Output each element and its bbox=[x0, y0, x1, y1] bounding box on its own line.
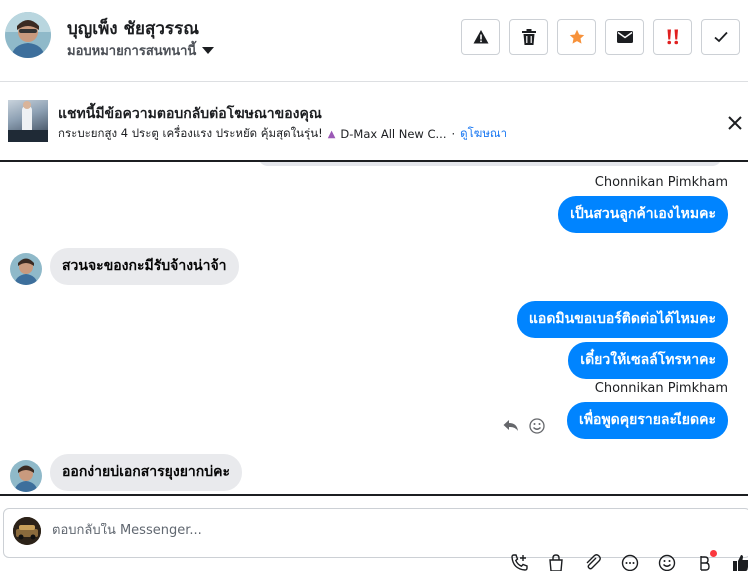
ad-name: D-Max All New C... bbox=[340, 127, 447, 141]
contact-name[interactable]: บุญเพ็ง ชัยสุวรรณ bbox=[67, 15, 199, 42]
outgoing-message[interactable]: เพื่อพูดคุยรายละเียดคะ bbox=[567, 402, 728, 439]
message-thread[interactable]: Chonnikan Pimkham เป็นสวนลูกค้าเองไหมคะ … bbox=[0, 162, 748, 494]
react-smiley-icon[interactable] bbox=[529, 418, 545, 439]
double-exclamation-icon bbox=[666, 29, 678, 45]
message-actions bbox=[503, 418, 545, 439]
separator: · bbox=[451, 127, 456, 141]
outgoing-message[interactable]: เดี๋ยวให้เซลล์โทรหาคะ bbox=[568, 342, 728, 379]
assign-label: มอบหมายการสนทนานี้ bbox=[67, 44, 197, 59]
like-icon[interactable] bbox=[732, 554, 748, 571]
warning-icon bbox=[473, 30, 488, 44]
contact-avatar[interactable] bbox=[5, 12, 51, 58]
incoming-message[interactable]: ออกง่ายบ่เอกสารยุงยากบ่คะ bbox=[50, 454, 243, 491]
outgoing-message[interactable]: เป็นสวนลูกค้าเองไหมคะ bbox=[558, 196, 728, 233]
saved-replies-icon[interactable] bbox=[621, 554, 639, 571]
close-icon bbox=[728, 116, 742, 130]
contact-avatar-small bbox=[10, 460, 42, 492]
caret-down-icon bbox=[202, 47, 215, 54]
mark-important-button[interactable] bbox=[653, 19, 692, 55]
sender-name: Chonnikan Pimkham bbox=[594, 175, 728, 190]
outgoing-message[interactable]: แอดมินขอเบอร์ติดต่อได้ไหมคะ bbox=[516, 301, 728, 338]
check-icon bbox=[713, 31, 728, 43]
call-add-icon[interactable] bbox=[510, 554, 528, 571]
delete-button[interactable] bbox=[509, 19, 548, 55]
reply-input[interactable] bbox=[52, 523, 452, 538]
star-button[interactable] bbox=[557, 19, 596, 55]
ad-reply-banner: แชทนี้มีข้อความตอบกลับต่อโฆษณาของคุณ กระ… bbox=[0, 82, 748, 162]
ad-thumbnail[interactable] bbox=[8, 100, 48, 142]
message-composer bbox=[0, 494, 748, 571]
report-spam-button[interactable] bbox=[461, 19, 500, 55]
attachment-icon[interactable] bbox=[584, 554, 602, 571]
car-icon: ▲ bbox=[327, 128, 336, 140]
close-banner-button[interactable] bbox=[727, 115, 743, 131]
reply-icon[interactable] bbox=[503, 419, 519, 438]
previous-attachment bbox=[258, 162, 722, 166]
sender-name: Chonnikan Pimkham bbox=[594, 381, 728, 396]
incoming-message[interactable]: สวนจะของกะมีรับจ้างน่าจ้า bbox=[50, 248, 239, 285]
shopping-bag-icon[interactable] bbox=[547, 554, 565, 571]
payment-icon[interactable] bbox=[695, 550, 717, 571]
conversation-actions bbox=[461, 19, 740, 55]
mark-done-button[interactable] bbox=[701, 19, 740, 55]
view-ad-link[interactable]: ดูโฆษณา bbox=[460, 125, 507, 143]
assign-conversation-dropdown[interactable]: มอบหมายการสนทนานี้ bbox=[67, 40, 215, 61]
page-avatar bbox=[13, 517, 41, 545]
ad-banner-title: แชทนี้มีข้อความตอบกลับต่อโฆษณาของคุณ bbox=[58, 106, 322, 122]
ad-text: กระบะยกสูง 4 ประตู เครื่องแรง ประหยัด คุ… bbox=[58, 126, 323, 140]
composer-toolbar bbox=[510, 550, 748, 571]
emoji-icon[interactable] bbox=[658, 554, 676, 571]
trash-icon bbox=[521, 29, 536, 45]
contact-avatar-small bbox=[10, 253, 42, 285]
mark-unread-button[interactable] bbox=[605, 19, 644, 55]
envelope-icon bbox=[616, 31, 633, 43]
star-icon bbox=[569, 29, 584, 44]
ad-banner-subtitle: กระบะยกสูง 4 ประตู เครื่องแรง ประหยัด คุ… bbox=[58, 125, 507, 143]
notification-dot bbox=[710, 550, 717, 557]
conversation-header: บุญเพ็ง ชัยสุวรรณ มอบหมายการสนทนานี้ bbox=[0, 0, 748, 82]
